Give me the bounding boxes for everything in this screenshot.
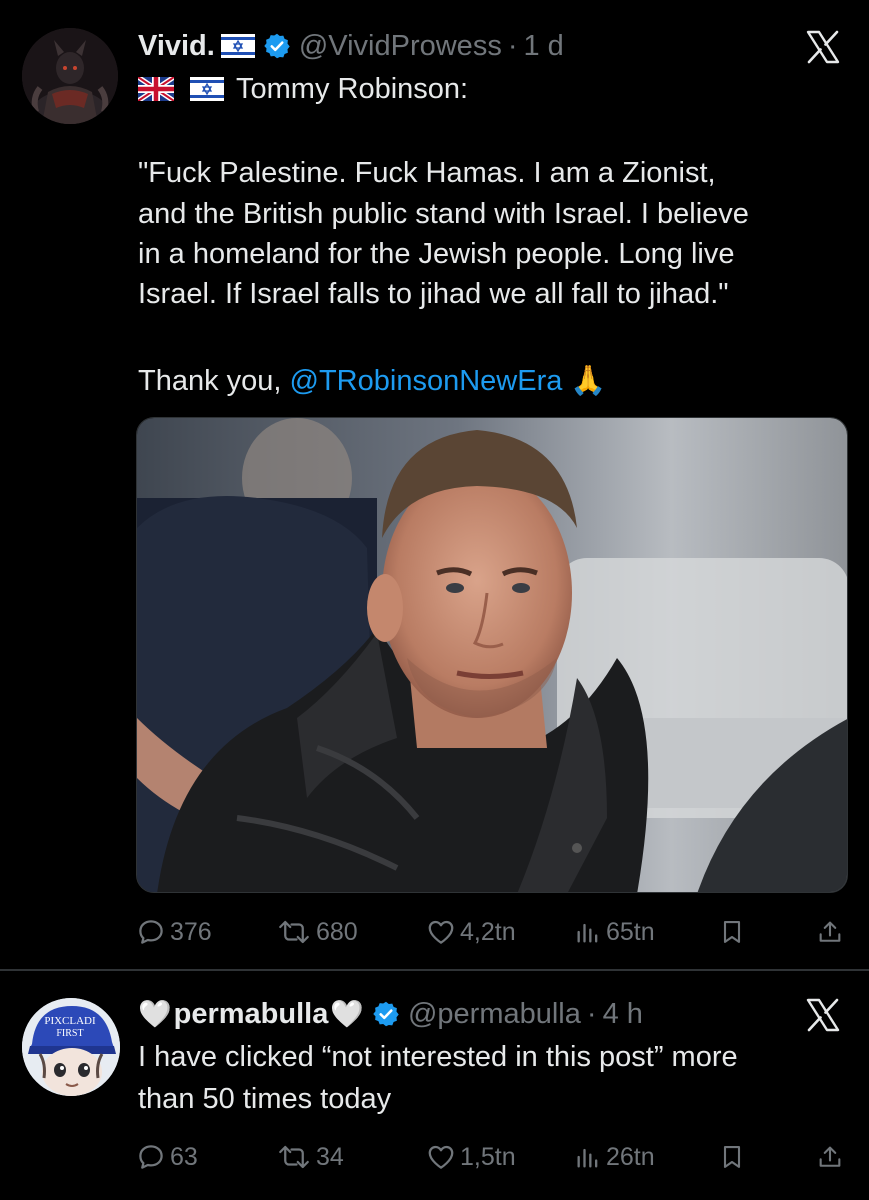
separator-dot: ·	[586, 997, 597, 1030]
verified-badge-icon	[264, 33, 290, 59]
display-name[interactable]: Vivid.	[138, 30, 215, 63]
like-button[interactable]: 4,2tn	[426, 912, 516, 952]
cap-text-line-1: PIXCLADI	[44, 1015, 96, 1027]
x-logo-icon[interactable]	[806, 30, 840, 64]
tweet-text-line: and the British public stand with Israel…	[138, 198, 749, 230]
reply-count: 63	[170, 1142, 198, 1171]
reply-icon	[139, 920, 163, 944]
bookmark-icon	[723, 1146, 741, 1168]
views-button[interactable]: 65tn	[574, 912, 655, 952]
repost-button[interactable]: 680	[276, 912, 358, 952]
tweet-2[interactable]: PIXCLADI FIRST 🤍 permabulla 🤍 @permabull…	[0, 972, 869, 1200]
heart-icon	[428, 920, 454, 944]
tweet-1[interactable]: Vivid. @VividProwess · 1 d Tommy Robinso…	[0, 0, 869, 970]
armored-warrior-avatar-image	[22, 28, 118, 124]
tweet-header: 🤍 permabulla 🤍 @permabulla · 4 h	[138, 994, 643, 1034]
man-in-black-jacket-photo	[137, 418, 847, 892]
reply-icon	[139, 1145, 163, 1169]
repost-count: 34	[316, 1142, 344, 1171]
tweet-text-line: "Fuck Palestine. Fuck Hamas. I am a Zion…	[138, 157, 716, 189]
tweet-header: Vivid. @VividProwess · 1 d	[138, 26, 564, 66]
israel-flag-icon	[220, 34, 255, 58]
share-icon	[819, 1146, 841, 1167]
white-heart-emoji: 🤍	[138, 999, 172, 1029]
views-button[interactable]: 26tn	[574, 1137, 655, 1177]
cap-text-line-2: FIRST	[56, 1028, 83, 1039]
mention-link[interactable]: @TRobinsonNewEra	[290, 365, 563, 397]
tweet-actions: 376 680 4,2tn 65tn	[0, 912, 869, 952]
separator-dot: ·	[507, 29, 518, 62]
reply-count: 376	[170, 917, 212, 946]
bookmark-button[interactable]	[718, 912, 746, 952]
bookmark-icon	[723, 921, 741, 943]
repost-icon	[279, 920, 309, 944]
reply-button[interactable]: 376	[136, 912, 212, 952]
verified-badge-icon	[373, 1001, 399, 1027]
x-logo-icon[interactable]	[806, 998, 840, 1032]
reply-button[interactable]: 63	[136, 1137, 198, 1177]
tweet-text-line: Israel. If Israel falls to jihad we all …	[138, 278, 729, 310]
israel-flag-icon	[190, 77, 224, 101]
tweet-actions: 63 34 1,5tn 26tn	[0, 1137, 869, 1177]
handle[interactable]: @permabulla	[408, 998, 581, 1031]
uk-flag-icon	[138, 77, 174, 101]
tweet-text-segment: Tommy Robinson:	[236, 73, 469, 105]
handle[interactable]: @VividProwess	[299, 30, 502, 63]
tweet-text-line: Thank you, @TRobinsonNewEra 🙏	[138, 362, 607, 400]
like-button[interactable]: 1,5tn	[426, 1137, 516, 1177]
tweet-text-segment: Thank you,	[138, 365, 290, 397]
tweet-text-line: I have clicked “not interested in this p…	[138, 1041, 738, 1073]
tweet-text-line: Tommy Robinson:	[138, 70, 468, 108]
views-count: 65tn	[606, 917, 655, 946]
timestamp[interactable]: 1 d	[524, 30, 564, 63]
bookmark-button[interactable]	[718, 1137, 746, 1177]
tweet-text-line: in a homeland for the Jewish people. Lon…	[138, 238, 735, 270]
share-icon	[819, 921, 841, 942]
tweet-text-line: than 50 times today	[138, 1083, 392, 1115]
repost-count: 680	[316, 917, 358, 946]
tweet-divider	[0, 969, 869, 971]
repost-icon	[279, 1145, 309, 1169]
avatar[interactable]	[22, 28, 118, 124]
share-button[interactable]	[816, 1137, 844, 1177]
share-button[interactable]	[816, 912, 844, 952]
display-name[interactable]: permabulla	[174, 998, 329, 1031]
views-count: 26tn	[606, 1142, 655, 1171]
timestamp[interactable]: 4 h	[603, 998, 643, 1031]
tweet-photo[interactable]	[136, 417, 848, 893]
like-count: 4,2tn	[460, 917, 516, 946]
cartoon-character-avatar-image: PIXCLADI FIRST	[22, 998, 120, 1096]
heart-icon	[428, 1145, 454, 1169]
praying-hands-emoji: 🙏	[570, 365, 607, 397]
like-count: 1,5tn	[460, 1142, 516, 1171]
repost-button[interactable]: 34	[276, 1137, 344, 1177]
avatar[interactable]: PIXCLADI FIRST	[22, 998, 120, 1096]
views-icon	[577, 1148, 598, 1168]
white-heart-emoji: 🤍	[330, 999, 364, 1029]
views-icon	[577, 923, 598, 943]
